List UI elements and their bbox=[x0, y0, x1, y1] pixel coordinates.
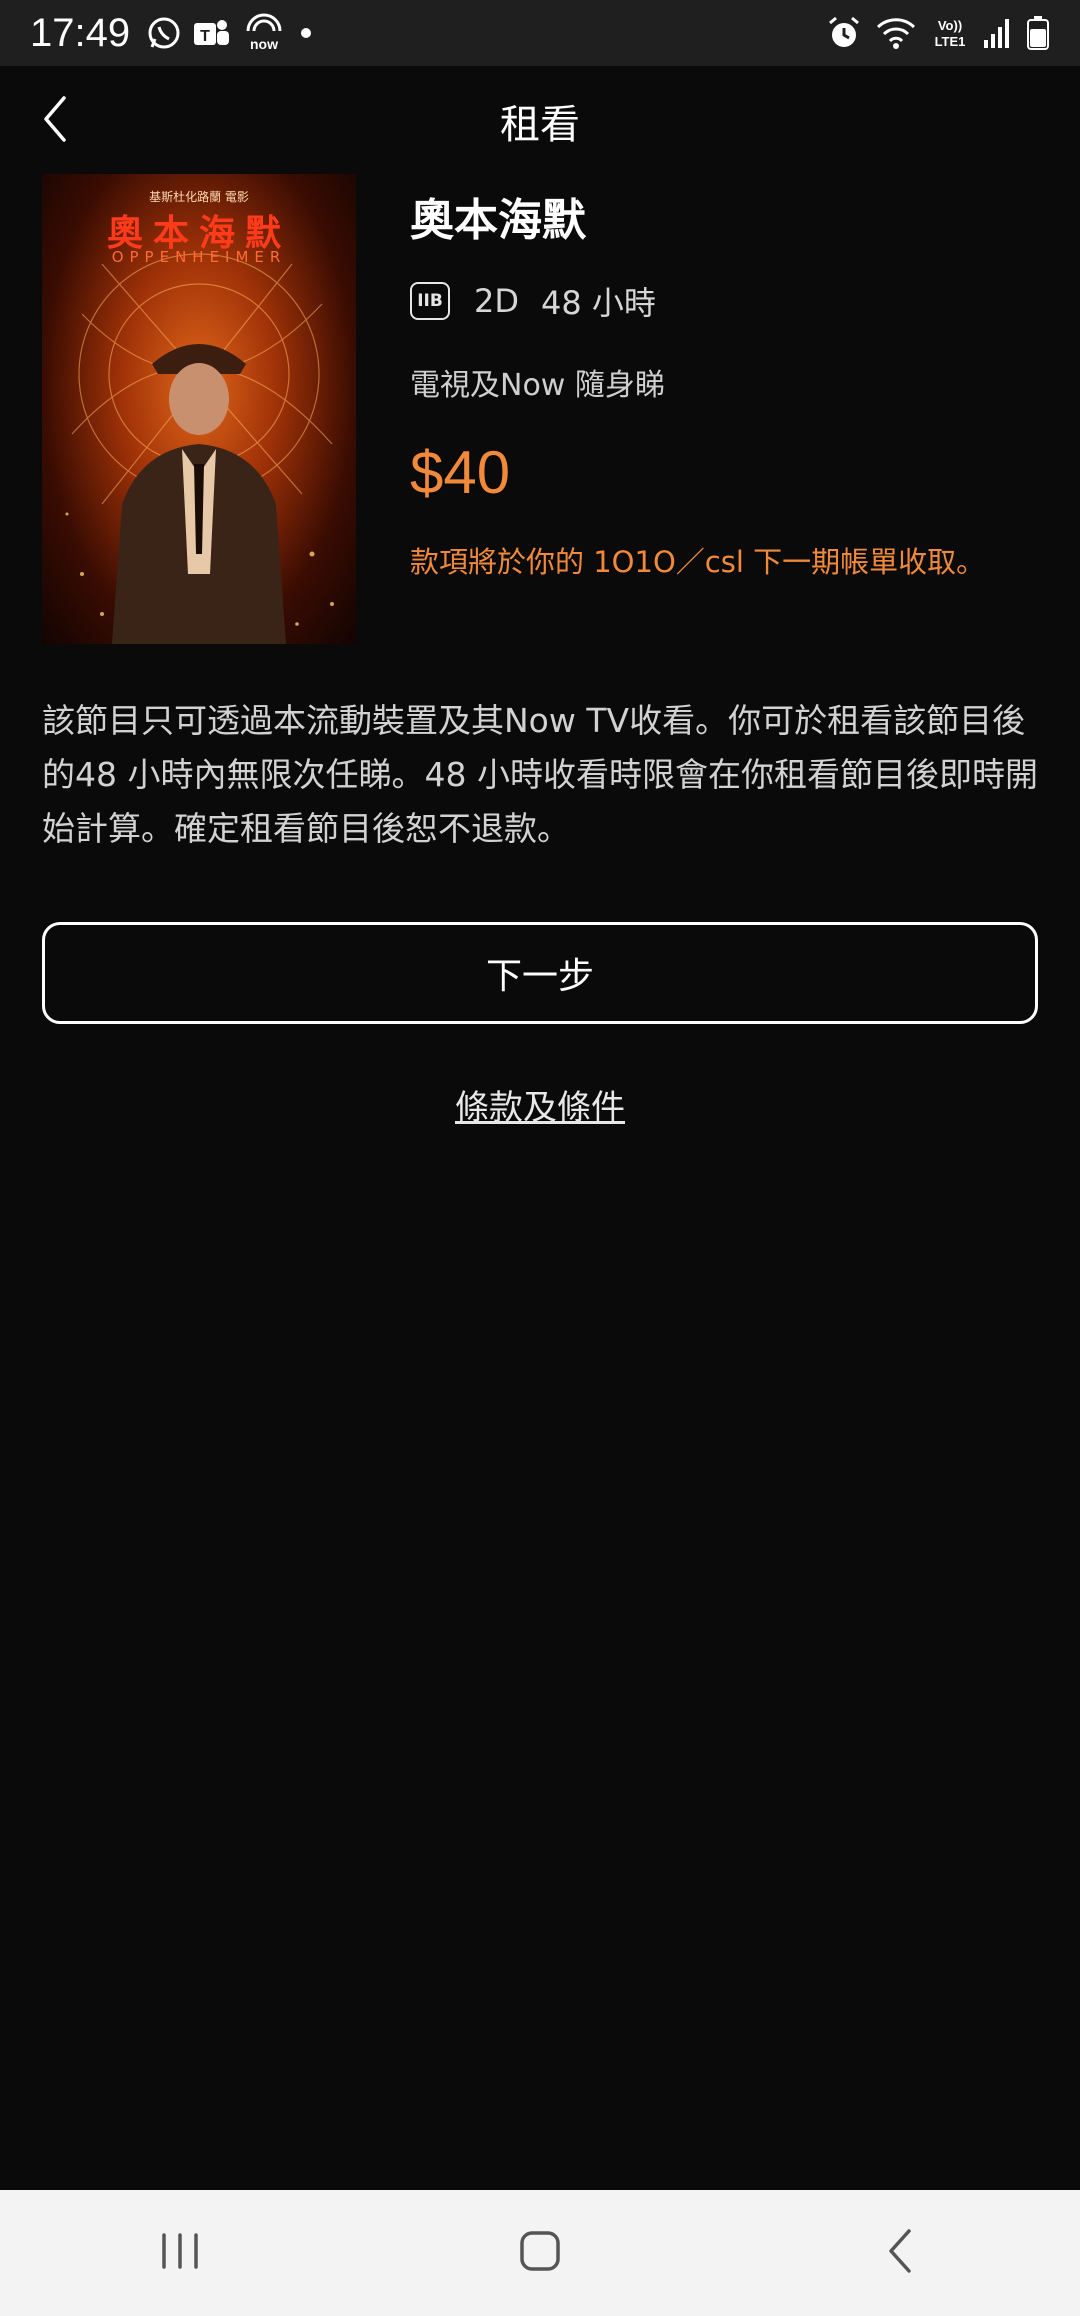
back-icon bbox=[885, 2227, 915, 2279]
duration-label: 48 小時 bbox=[541, 284, 656, 322]
teams-icon: T bbox=[192, 15, 232, 51]
movie-meta: IIB 2D 48 小時 bbox=[410, 278, 1050, 324]
page-title: 租看 bbox=[500, 102, 580, 148]
home-button[interactable] bbox=[480, 2208, 600, 2298]
format-label: 2D bbox=[474, 282, 519, 320]
status-bar: 17:49 T now Vo)) LTE1 bbox=[0, 0, 1080, 66]
wifi-icon bbox=[874, 15, 918, 51]
poster-title-en: OPPENHEIMER bbox=[111, 248, 287, 266]
status-time: 17:49 bbox=[30, 10, 131, 55]
alarm-icon bbox=[826, 15, 862, 51]
volte-icon: Vo)) LTE1 bbox=[930, 15, 970, 51]
rating-badge: IIB bbox=[410, 282, 450, 320]
price-label: $40 bbox=[410, 439, 511, 506]
now-icon: now bbox=[242, 13, 286, 53]
recents-button[interactable] bbox=[120, 2208, 240, 2298]
signal-icon bbox=[982, 16, 1014, 50]
svg-text:T: T bbox=[200, 28, 210, 45]
chevron-left-icon bbox=[40, 94, 70, 148]
system-nav-bar bbox=[0, 2190, 1080, 2316]
whatsapp-icon bbox=[146, 15, 182, 51]
dot-icon bbox=[296, 23, 316, 43]
nav-back-button[interactable] bbox=[840, 2208, 960, 2298]
terms-link[interactable]: 條款及條件 bbox=[0, 1080, 1080, 1129]
svg-text:LTE1: LTE1 bbox=[935, 34, 966, 49]
battery-icon bbox=[1026, 15, 1050, 51]
poster-subtitle: 基斯杜化路蘭 電影 bbox=[149, 190, 249, 204]
top-app-bar: 租看 bbox=[0, 66, 1080, 176]
movie-info: 奧本海默 IIB 2D 48 小時 電視及Now 隨身睇 $40 款項將於你的 … bbox=[410, 174, 1050, 581]
svg-text:now: now bbox=[250, 36, 278, 52]
platform-label: 電視及Now 隨身睇 bbox=[410, 368, 665, 403]
billing-note: 款項將於你的 1O1O／csl 下一期帳單收取。 bbox=[410, 545, 986, 579]
movie-poster: 基斯杜化路蘭 電影 奧本海默 OPPENHEIMER bbox=[42, 174, 356, 644]
rental-description: 該節目只可透過本流動裝置及其Now TV收看。你可於租看該節目後的48 小時內無… bbox=[42, 701, 1038, 848]
recents-icon bbox=[158, 2231, 202, 2275]
home-icon bbox=[518, 2229, 562, 2277]
svg-text:Vo)): Vo)) bbox=[938, 18, 962, 33]
back-button[interactable] bbox=[28, 88, 82, 154]
movie-title: 奧本海默 bbox=[410, 195, 586, 246]
next-step-button[interactable]: 下一步 bbox=[42, 922, 1038, 1024]
